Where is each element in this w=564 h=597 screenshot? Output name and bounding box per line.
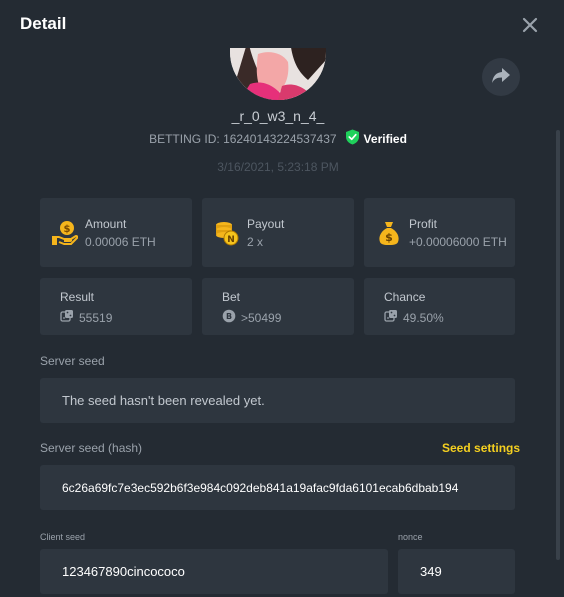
svg-text:N: N [227,235,235,245]
amount-card: $ Amount 0.00006 ETH [40,198,192,267]
bet-label: Bet [222,290,241,304]
bet-value: >50499 [241,310,282,325]
username: _r_0_w3_n_4_ [231,108,325,124]
profit-label: Profit [409,217,438,231]
modal-header: Detail [0,0,564,48]
money-bag-icon: $ [376,220,402,246]
dice-icon [384,309,398,326]
bet-card: Bet B >50499 [202,278,354,335]
profit-value: +0.00006000 ETH [409,235,507,249]
result-card: Result 55519 [40,278,192,335]
profit-card: $ Profit +0.00006000 ETH [364,198,515,267]
nonce-field[interactable]: 349 [398,549,515,594]
share-icon [491,66,511,89]
server-seed-field: The seed hasn't been revealed yet. [40,378,515,423]
client-seed-label: Client seed [40,532,86,542]
chance-value: 49.50% [403,310,444,325]
chance-value-row: 49.50% [384,309,444,326]
svg-text:$: $ [385,231,393,244]
detail-modal: Detail _r_0_w3_n_4_ BETTING ID: 16240143… [0,0,564,597]
payout-value: 2 x [247,235,264,249]
close-icon[interactable] [519,14,541,36]
verified-badge: Verified [345,129,407,148]
modal-title: Detail [20,14,67,33]
coin-hand-icon: $ [52,220,79,246]
amount-label: Amount [85,217,127,231]
verified-shield-icon [345,129,360,148]
chance-label: Chance [384,290,426,304]
verified-label: Verified [363,131,407,146]
result-label: Result [60,290,95,304]
svg-text:B: B [226,312,232,321]
seed-settings-link[interactable]: Seed settings [442,441,520,455]
server-seed-hash-label: Server seed (hash) [40,441,143,455]
bet-chip-icon: B [222,309,236,326]
dice-icon [60,309,74,326]
client-seed-field[interactable]: 123467890cincococo [40,549,388,594]
server-seed-label: Server seed [40,354,105,368]
chance-card: Chance 49.50% [364,278,515,335]
payout-card: N Payout 2 x [202,198,354,267]
result-value: 55519 [79,310,113,325]
result-value-row: 55519 [60,309,112,326]
betting-id-row: BETTING ID: 16240143224537437 Verified [0,129,556,148]
betting-id: BETTING ID: 16240143224537437 [149,131,337,146]
avatar [230,40,326,100]
nonce-label: nonce [398,532,423,542]
amount-value: 0.00006 ETH [85,235,156,249]
share-button[interactable] [482,58,520,96]
svg-text:$: $ [64,224,71,235]
server-seed-hash-field[interactable]: 6c26a69fc7e3ec592b6f3e984c092deb841a19af… [40,465,515,510]
coins-stack-icon: N [214,220,240,246]
payout-label: Payout [247,217,285,231]
bet-value-row: B >50499 [222,309,281,326]
bet-date: 3/16/2021, 5:23:18 PM [217,160,339,174]
scrollbar[interactable] [556,130,560,560]
